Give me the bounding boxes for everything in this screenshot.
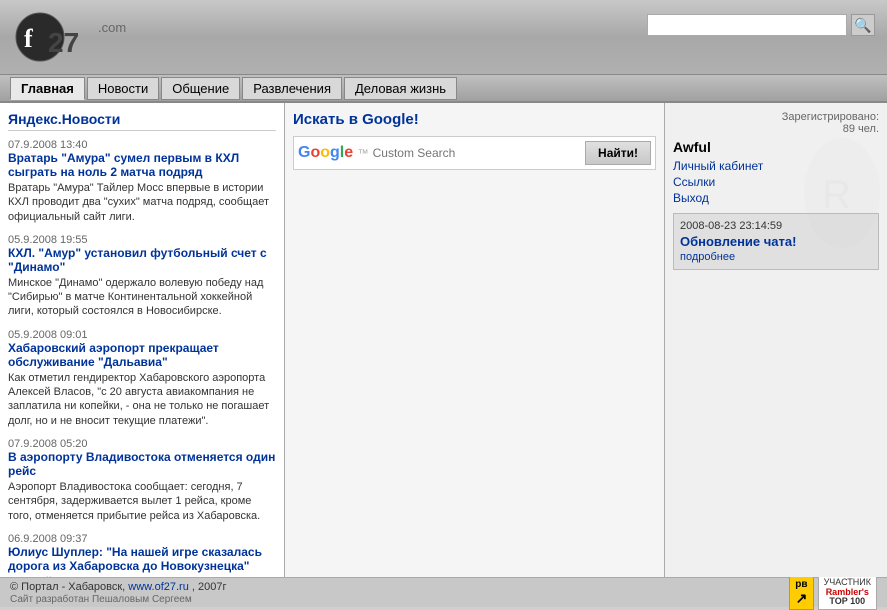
- google-search-button[interactable]: Найти!: [585, 141, 651, 165]
- news-column: Яндекс.Новости 07.9.2008 13:40 Вратарь "…: [0, 103, 285, 577]
- news-text-5: Главный тренер рижского "Динамо" Юлиус Ш…: [8, 575, 276, 577]
- footer-badges: рв ↗ УЧАСТНИК Rambler's TOP 100: [789, 575, 877, 610]
- footer-badge-rambler[interactable]: УЧАСТНИК Rambler's TOP 100: [818, 575, 877, 610]
- rambler-watermark: R: [802, 133, 882, 253]
- news-date-1: 07.9.2008 13:40: [8, 139, 88, 151]
- svg-text:f: f: [24, 24, 33, 53]
- news-date-2: 05.9.2008 19:55: [8, 234, 88, 246]
- logo: f 27 .com: [10, 7, 140, 67]
- nav-item-business[interactable]: Деловая жизнь: [344, 77, 457, 100]
- right-panel: Зарегистрировано: 89 чел. Awful Личный к…: [665, 103, 887, 577]
- news-link-3[interactable]: Хабаровский аэропорт прекращает обслужив…: [8, 341, 276, 369]
- news-item-1: 07.9.2008 13:40 Вратарь "Амура" сумел пе…: [8, 137, 276, 224]
- logo-svg: f 27 .com: [10, 10, 130, 65]
- news-date-3: 05.9.2008 09:01: [8, 329, 88, 341]
- news-item-2: 05.9.2008 19:55 КХЛ. "Амур" установил фу…: [8, 232, 276, 319]
- news-title: Яндекс.Новости: [8, 111, 276, 131]
- search-title: Искать в Google!: [293, 111, 656, 128]
- header-search-button[interactable]: 🔍: [851, 14, 875, 36]
- nav-item-community[interactable]: Общение: [161, 77, 240, 100]
- footer-copyright: © Портал - Хабаровск, www.of27.ru , 2007…: [10, 581, 227, 605]
- footer-url[interactable]: www.of27.ru: [128, 581, 189, 593]
- news-item-3: 05.9.2008 09:01 Хабаровский аэропорт пре…: [8, 327, 276, 428]
- header-search: 🔍: [647, 14, 875, 36]
- registered-count: Зарегистрировано: 89 чел.: [673, 111, 879, 135]
- search-column: Искать в Google! Google ™ Найти!: [285, 103, 665, 577]
- footer-dev: Сайт разработан Пешаловым Сергеем: [10, 594, 192, 605]
- google-search-box: Google ™ Найти!: [293, 136, 656, 170]
- nav-item-news[interactable]: Новости: [87, 77, 159, 100]
- footer-badge-rv[interactable]: рв ↗: [789, 576, 813, 610]
- footer: © Портал - Хабаровск, www.of27.ru , 2007…: [0, 577, 887, 607]
- news-link-1[interactable]: Вратарь "Амура" сумел первым в КХЛ сыгра…: [8, 151, 276, 179]
- news-text-2: Минское "Динамо" одержало волевую победу…: [8, 276, 276, 319]
- google-search-input[interactable]: [373, 146, 585, 160]
- header-search-input[interactable]: [647, 14, 847, 36]
- news-link-4[interactable]: В аэропорту Владивостока отменяется один…: [8, 450, 276, 478]
- nav: Главная Новости Общение Развлечения Дело…: [0, 75, 887, 103]
- news-link-5[interactable]: Юлиус Шуплер: "На нашей игре сказалась д…: [8, 545, 276, 573]
- svg-text:27: 27: [48, 27, 79, 58]
- svg-text:.com: .com: [98, 20, 126, 35]
- news-item-5: 06.9.2008 09:37 Юлиус Шуплер: "На нашей …: [8, 531, 276, 577]
- header: f 27 .com 🔍: [0, 0, 887, 75]
- content-wrapper: Яндекс.Новости 07.9.2008 13:40 Вратарь "…: [0, 103, 887, 577]
- nav-item-home[interactable]: Главная: [10, 77, 85, 100]
- news-text-4: Аэропорт Владивостока сообщает: сегодня,…: [8, 480, 276, 523]
- svg-text:R: R: [822, 173, 851, 217]
- news-text-1: Вратарь "Амура" Тайлер Мосс впервые в ис…: [8, 181, 276, 224]
- nav-item-entertainment[interactable]: Развлечения: [242, 77, 342, 100]
- news-date-5: 06.9.2008 09:37: [8, 533, 88, 545]
- news-text-3: Как отметил гендиректор Хабаровского аэр…: [8, 371, 276, 428]
- news-link-2[interactable]: КХЛ. "Амур" установил футбольный счет с …: [8, 246, 276, 274]
- news-item-4: 07.9.2008 05:20 В аэропорту Владивостока…: [8, 436, 276, 523]
- google-logo: Google ™: [298, 144, 369, 162]
- news-date-4: 07.9.2008 05:20: [8, 438, 88, 450]
